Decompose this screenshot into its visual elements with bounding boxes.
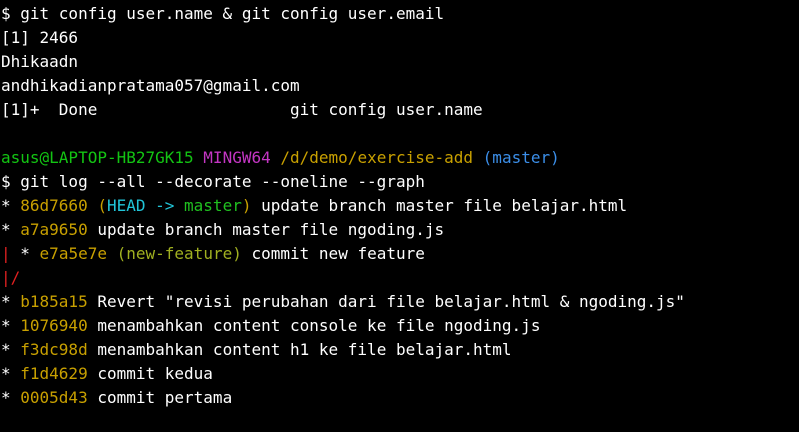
refs-open: ( (106, 244, 127, 263)
graph-node: * (1, 220, 21, 239)
log-line: |/ (1, 266, 799, 290)
log-line: | * e7a5e7e (new-feature) commit new fea… (1, 242, 799, 266)
command-line-git-log: $ git log --all --decorate --oneline --g… (1, 172, 425, 191)
commit-hash: f1d4629 (20, 364, 88, 383)
log-line: * a7a9650 update branch master file ngod… (1, 218, 799, 242)
commit-hash: 0005d43 (20, 388, 88, 407)
log-line: * b185a15 Revert "revisi perubahan dari … (1, 290, 799, 314)
graph-node: * (1, 388, 21, 407)
prompt-path: /d/demo/exercise-add (280, 148, 474, 167)
commit-hash: a7a9650 (20, 220, 88, 239)
commit-hash: b185a15 (20, 292, 88, 311)
graph-node: * (1, 340, 21, 359)
graph-node: * (1, 364, 21, 383)
graph-node: * (1, 196, 21, 215)
commit-message: commit new feature (241, 244, 425, 263)
log-line: * f1d4629 commit kedua (1, 362, 799, 386)
git-user-email-output: andhikadianpratama057@gmail.com (1, 76, 300, 95)
commit-message: commit kedua (87, 364, 213, 383)
prompt-branch: (master) (482, 148, 560, 167)
command-line-git-config: $ git config user.name & git config user… (1, 4, 445, 23)
graph-bar: | (1, 244, 11, 263)
commit-message: menambahkan content console ke file ngod… (87, 316, 541, 335)
log-line: * f3dc98d menambahkan content h1 ke file… (1, 338, 799, 362)
log-line: * 1076940 menambahkan content console ke… (1, 314, 799, 338)
refs-open: ( (87, 196, 107, 215)
refs-close: ) (232, 244, 242, 263)
git-user-name-output: Dhikaadn (1, 52, 79, 71)
shell-prompt: asus@LAPTOP-HB27GK15 MINGW64 /d/demo/exe… (1, 146, 799, 170)
terminal-window[interactable]: $ git config user.name & git config user… (0, 0, 799, 432)
graph-merge: |/ (1, 268, 21, 287)
prompt-user-host: asus@LAPTOP-HB27GK15 (1, 148, 194, 167)
commit-hash: 1076940 (20, 316, 88, 335)
log-line: * 0005d43 commit pertama (1, 386, 799, 410)
head-ref: HEAD -> (106, 196, 185, 215)
feature-ref: new-feature (126, 244, 233, 263)
job-done-line: [1]+ Done git config user.name (1, 100, 483, 119)
commit-hash: 86d7660 (20, 196, 88, 215)
graph-node: * (10, 244, 40, 263)
graph-node: * (1, 316, 21, 335)
job-id-line: [1] 2466 (1, 28, 79, 47)
commit-message: commit pertama (87, 388, 233, 407)
commit-message: menambahkan content h1 ke file belajar.h… (87, 340, 512, 359)
commit-message: update branch master file belajar.html (251, 196, 628, 215)
branch-ref: master (184, 196, 242, 215)
commit-message: update branch master file ngoding.js (87, 220, 445, 239)
commit-hash: e7a5e7e (39, 244, 107, 263)
prompt-env: MINGW64 (203, 148, 271, 167)
commit-message: Revert "revisi perubahan dari file belaj… (87, 292, 685, 311)
commit-hash: f3dc98d (20, 340, 88, 359)
log-line: * 86d7660 (HEAD -> master) update branch… (1, 194, 799, 218)
graph-node: * (1, 292, 21, 311)
